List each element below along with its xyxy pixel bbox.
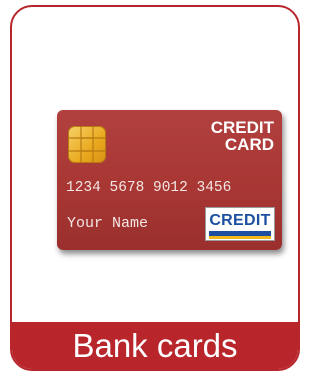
logo-yellow-stripe (209, 236, 271, 239)
bank-cards-tile[interactable]: CREDIT CARD 1234 5678 9012 3456 Your Nam… (10, 5, 300, 371)
credit-logo-text: CREDIT (209, 212, 271, 229)
tile-caption[interactable]: Bank cards (12, 322, 298, 369)
card-number: 1234 5678 9012 3456 (66, 180, 232, 196)
credit-card-illustration: CREDIT CARD 1234 5678 9012 3456 Your Nam… (57, 110, 282, 250)
card-brand-line-1: CREDIT (210, 118, 274, 137)
card-brand-title: CREDIT CARD (211, 119, 274, 153)
card-brand-line-2: CARD (224, 135, 274, 154)
credit-logo: CREDIT (205, 207, 275, 241)
card-holder-name: Your Name (67, 215, 149, 232)
emv-chip-icon (68, 126, 106, 163)
